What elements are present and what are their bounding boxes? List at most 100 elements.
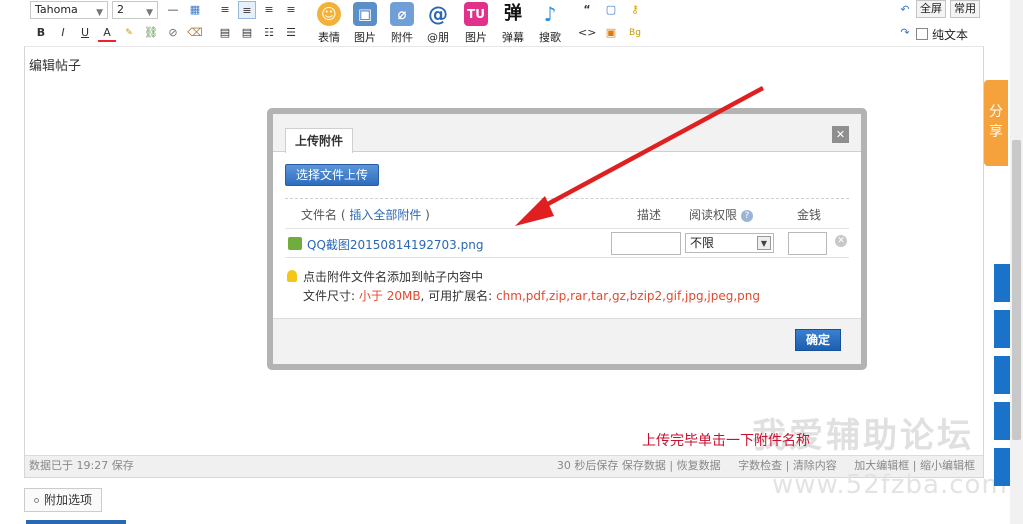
addon-options-label: 附加选项 (44, 493, 93, 507)
dialog-footer: 确定 (273, 318, 861, 364)
key-icon[interactable]: ⚷ (626, 1, 644, 19)
danmu-button[interactable]: 弹 弹幕 (497, 2, 529, 45)
image-label: 图片 (354, 31, 376, 44)
bold-button[interactable]: B (32, 24, 50, 42)
scroll-thumb[interactable] (1012, 140, 1021, 440)
restore-data-link[interactable]: 恢复数据 (677, 459, 721, 472)
underline-button[interactable]: U (76, 24, 94, 42)
page-root: Tahoma ▼ 2 ▼ — ▦ B I U A ✎ ⛓ ⊘ ⌫ ≡ ≡ ≡ ≡… (0, 0, 1023, 524)
float-left-icon[interactable]: ▤ (216, 24, 234, 42)
redo-icon[interactable]: ↷ (896, 24, 914, 42)
upload-dialog-frame: 上传附件 ✕ 选择文件上传 文件名 ( 插入全部附件 ) 描述 阅读权限 ? 金… (267, 108, 867, 370)
undo-icon[interactable]: ↶ (896, 1, 914, 19)
align-justify-icon[interactable]: ≡ (238, 1, 256, 19)
code-icon[interactable]: <> (578, 24, 596, 42)
side-button[interactable] (994, 448, 1010, 486)
font-family-select[interactable]: Tahoma ▼ (30, 1, 108, 19)
annotation-text: 上传完毕单击一下附件名称 (642, 433, 810, 449)
danmu-icon: 弹 (501, 2, 525, 26)
ext-value: chm,pdf,zip,rar,tar,gz,bzip2,gif,jpg,jpe… (496, 289, 760, 303)
emoji-button[interactable]: ☺ 表情 (313, 2, 345, 45)
watermark-url: www.52fzba.com (772, 470, 1008, 500)
common-button[interactable]: 常用 (950, 0, 980, 18)
mention-button[interactable]: @ @朋 (422, 2, 454, 45)
image-button[interactable]: ▣ 图片 (349, 2, 381, 45)
clear-format-icon[interactable]: ⌫ (186, 24, 204, 42)
size-value: 小于 20MB (358, 289, 421, 303)
chevron-down-icon: ▼ (96, 8, 103, 18)
highlight-icon[interactable]: ✎ (120, 24, 138, 42)
plaintext-label: 纯文本 (932, 28, 969, 42)
mention-label: @朋 (427, 31, 449, 44)
desc-column-header: 描述 (637, 208, 662, 222)
side-button[interactable] (994, 402, 1010, 440)
side-button[interactable] (994, 356, 1010, 394)
editor-toolbar: Tahoma ▼ 2 ▼ — ▦ B I U A ✎ ⛓ ⊘ ⌫ ≡ ≡ ≡ ≡… (24, 0, 984, 46)
permission-select[interactable]: 不限 ▼ (685, 233, 774, 253)
smiley-icon: ☺ (317, 2, 341, 26)
tu-image-label: 图片 (465, 31, 487, 44)
ext-label: , 可用扩展名: (420, 289, 493, 303)
lightbulb-icon (287, 270, 297, 282)
font-size-select[interactable]: 2 ▼ (112, 1, 158, 19)
italic-button[interactable]: I (54, 24, 72, 42)
align-right-icon[interactable]: ≡ (282, 1, 300, 19)
tu-image-button[interactable]: TU 图片 (460, 2, 492, 45)
align-left-icon[interactable]: ≡ (216, 1, 234, 19)
emoji-label: 表情 (318, 31, 340, 44)
tip-text: 点击附件文件名添加到帖子内容中 (303, 270, 484, 284)
search-song-label: 搜歌 (539, 31, 561, 44)
tip-line-1: 点击附件文件名添加到帖子内容中 (287, 268, 760, 287)
fullscreen-label: 全屏 (920, 2, 942, 15)
confirm-button[interactable]: 确定 (795, 329, 841, 351)
link-icon[interactable]: ⛓ (142, 24, 160, 42)
align-center-icon[interactable]: ≡ (260, 1, 278, 19)
insert-all-link[interactable]: 插入全部附件 (349, 208, 421, 222)
autosave-status: 数据已于 19:27 保存 (29, 459, 134, 472)
permission-header-label: 阅读权限 (689, 208, 738, 222)
font-family-value: Tahoma (35, 3, 78, 16)
help-icon[interactable]: ? (740, 210, 753, 222)
side-button[interactable] (994, 310, 1010, 348)
permission-value: 不限 (690, 236, 715, 250)
image-file-icon (288, 237, 302, 250)
free-icon[interactable]: ▣ (602, 24, 620, 42)
table-button[interactable]: ▦ (186, 1, 204, 19)
background-icon[interactable]: Bg (626, 24, 644, 42)
attachment-button[interactable]: ⌀ 附件 (386, 2, 418, 45)
share-label: 分享 (989, 104, 1003, 140)
size-label: 文件尺寸: (303, 289, 356, 303)
flash-icon[interactable]: ▢ (602, 1, 620, 19)
quote-icon[interactable]: “ (578, 1, 596, 19)
select-file-upload-button[interactable]: 选择文件上传 (285, 164, 380, 186)
attachment-filename-link[interactable]: QQ截图20150814192703.png (307, 236, 483, 253)
font-color-button[interactable]: A (98, 24, 116, 42)
unordered-list-icon[interactable]: ☰ (282, 24, 300, 42)
float-right-icon[interactable]: ▤ (238, 24, 256, 42)
price-input[interactable] (788, 232, 827, 255)
fullscreen-button[interactable]: 全屏 (916, 0, 946, 18)
circle-icon (34, 498, 39, 503)
unlink-icon[interactable]: ⊘ (164, 24, 182, 42)
horizontal-rule-button[interactable]: — (164, 1, 182, 19)
side-button[interactable] (994, 264, 1010, 302)
page-scrollbar[interactable] (1010, 0, 1023, 524)
music-note-icon: ♪ (538, 2, 562, 26)
description-input[interactable] (611, 232, 681, 255)
delete-attachment-icon[interactable]: ✕ (835, 235, 847, 247)
share-tab[interactable]: 分享 (984, 80, 1008, 166)
font-color-label: A (103, 26, 111, 39)
search-song-button[interactable]: ♪ 搜歌 (534, 2, 566, 45)
close-icon[interactable]: ✕ (832, 126, 849, 143)
ordered-list-icon[interactable]: ☷ (260, 24, 278, 42)
addon-options-button[interactable]: 附加选项 (24, 488, 103, 512)
permission-column-header: 阅读权限 ? (689, 206, 753, 223)
filename-header-label: 文件名 (301, 208, 338, 222)
editor-text[interactable]: 编辑帖子 (29, 55, 81, 74)
bottom-submit-bar[interactable] (26, 520, 126, 524)
tab-upload-attachment[interactable]: 上传附件 (285, 128, 353, 153)
plaintext-checkbox[interactable] (916, 28, 928, 40)
save-data-link[interactable]: 30 秒后保存 保存数据 (557, 459, 666, 472)
chevron-down-icon: ▼ (757, 236, 771, 250)
common-label: 常用 (954, 2, 976, 15)
